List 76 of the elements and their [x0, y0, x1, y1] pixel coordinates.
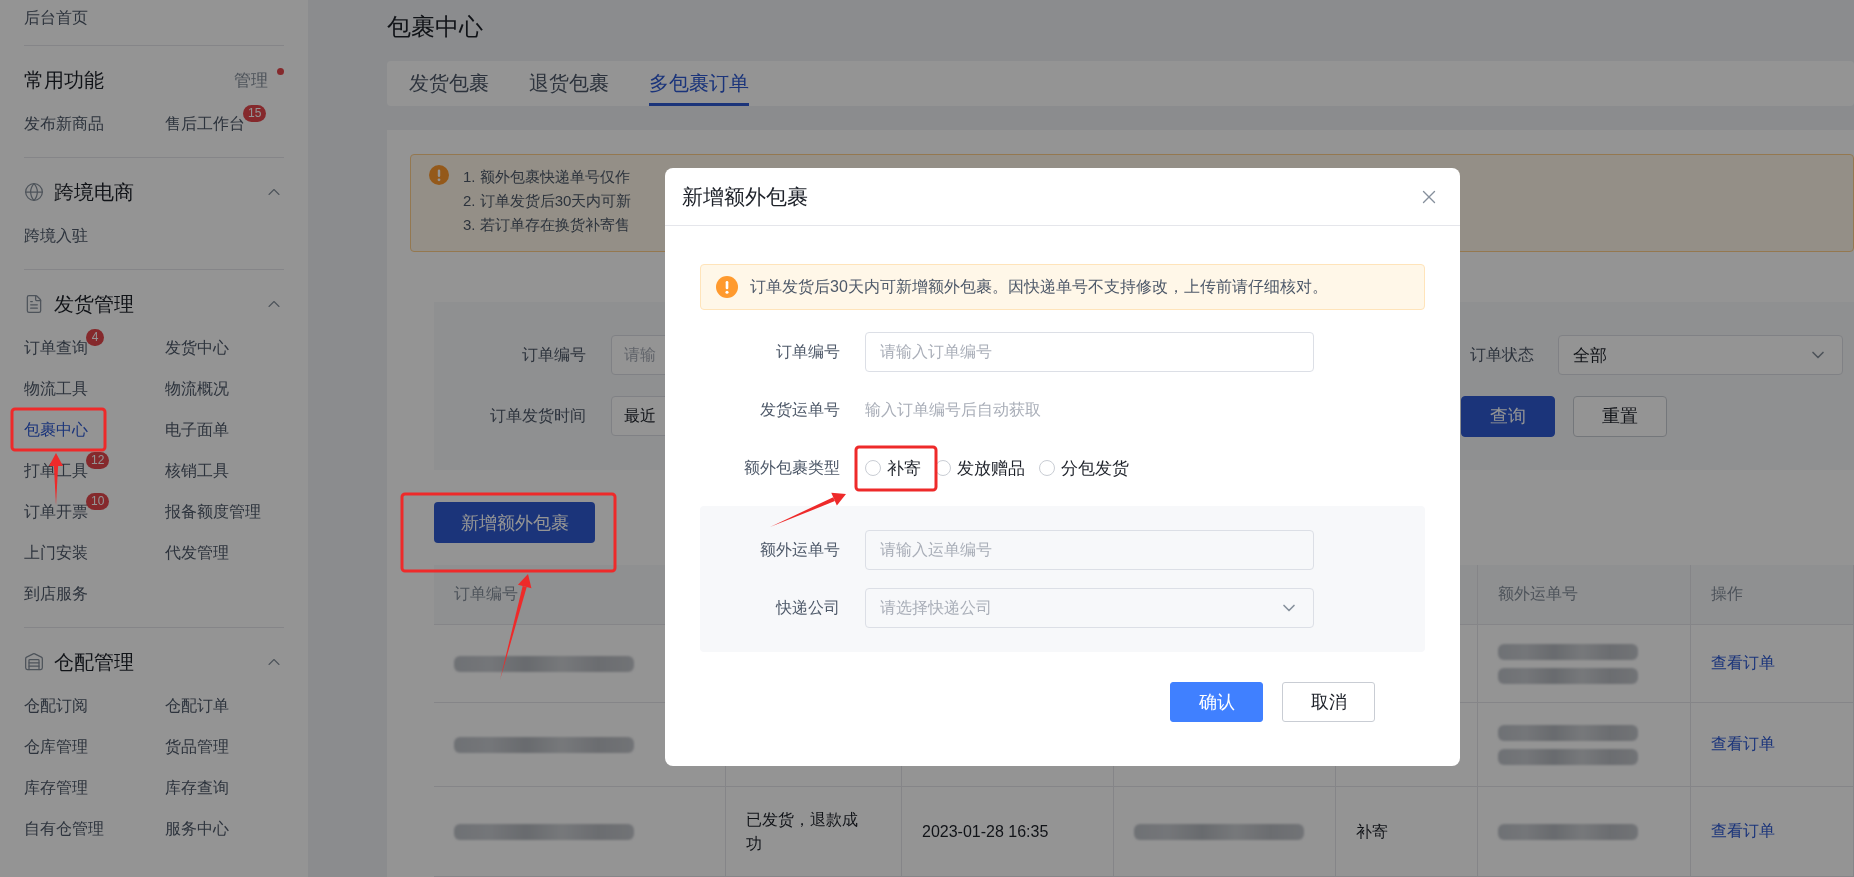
- field-label: 额外运单号: [759, 539, 840, 560]
- radio-option[interactable]: 分包发货: [1039, 456, 1129, 480]
- filter-label: 订单发货时间: [489, 405, 586, 426]
- sidebar-item[interactable]: 代发管理: [165, 543, 229, 564]
- section-title: 发货管理: [54, 291, 135, 317]
- tab[interactable]: 多包裹订单: [649, 61, 749, 106]
- hint-text: 输入订单编号后自动获取: [865, 399, 1041, 420]
- tab[interactable]: 退货包裹: [529, 61, 609, 106]
- sidebar-item[interactable]: 仓库管理: [24, 737, 88, 758]
- add-package-button[interactable]: 新增额外包裹: [434, 502, 595, 543]
- sidebar-item[interactable]: 仓配订阅: [24, 696, 88, 717]
- sidebar-item[interactable]: 发布新商品: [24, 114, 104, 135]
- warning-icon: [716, 276, 738, 298]
- input-field[interactable]: 请输入订单编号: [865, 332, 1314, 372]
- alert-text: 订单发货后30天内可新增额外包裹。因快递单号不支持修改，上传前请仔细核对。: [750, 276, 1328, 297]
- confirm-button[interactable]: 确认: [1170, 682, 1263, 722]
- field-label: 额外包裹类型: [743, 457, 840, 478]
- sidebar-item[interactable]: 物流概况: [165, 379, 229, 400]
- view-order-link[interactable]: 查看订单: [1711, 821, 1833, 842]
- status-select[interactable]: 全部: [1558, 335, 1843, 375]
- count-badge: 10: [86, 493, 110, 510]
- field-label: 快递公司: [774, 597, 840, 618]
- sidebar-item[interactable]: 服务中心: [165, 819, 229, 840]
- table-cell: 补寄: [1336, 787, 1478, 877]
- radio-circle[interactable]: [865, 460, 881, 476]
- manage-link[interactable]: 管理: [234, 68, 268, 92]
- cancel-button[interactable]: 取消: [1282, 682, 1375, 722]
- count-badge: 12: [86, 452, 110, 469]
- table-cell: 已发货，退款成功: [726, 787, 902, 877]
- sidebar-item[interactable]: 报备额度管理: [165, 502, 261, 523]
- tab[interactable]: 发货包裹: [409, 61, 489, 106]
- notice-text: 2. 订单发货后30天内可新: [463, 191, 632, 211]
- count-badge: 15: [243, 105, 267, 122]
- notice-text: 1. 额外包裹快递单号仅作: [463, 167, 631, 187]
- filter-label: 订单编号: [521, 344, 586, 365]
- dialog-title: 新增额外包裹: [682, 183, 808, 210]
- table-cell: 2023-01-28 16:35: [902, 787, 1114, 877]
- sidebar-item[interactable]: 包裹中心: [24, 420, 88, 441]
- sidebar-item[interactable]: 电子面单: [165, 420, 229, 441]
- sidebar-item[interactable]: 到店服务: [24, 584, 88, 605]
- sidebar-item[interactable]: 核销工具: [165, 461, 229, 482]
- count-badge: 4: [86, 329, 104, 346]
- warning-icon: [429, 165, 449, 185]
- query-button[interactable]: 查询: [1461, 395, 1555, 437]
- sidebar-item[interactable]: 上门安装: [24, 543, 88, 564]
- section-title: 常用功能: [24, 67, 105, 93]
- sidebar-item[interactable]: 后台首页: [24, 0, 284, 36]
- section-title: 仓配管理: [54, 649, 135, 675]
- section-icon: [24, 652, 44, 672]
- section-title: 跨境电商: [54, 179, 135, 205]
- column-header: 额外运单号: [1478, 565, 1691, 625]
- column-header: 操作: [1691, 565, 1854, 625]
- notice-text: 3. 若订单存在换货补寄售: [463, 215, 631, 235]
- sidebar-item[interactable]: 物流工具: [24, 379, 88, 400]
- sidebar-item[interactable]: 订单查询: [24, 338, 88, 359]
- field-label: 订单编号: [775, 341, 840, 362]
- section-icon: [24, 182, 44, 202]
- sidebar-item[interactable]: 库存查询: [165, 778, 229, 799]
- reset-button[interactable]: 重置: [1573, 395, 1667, 437]
- sidebar-item[interactable]: 订单开票: [24, 502, 88, 523]
- sidebar-item[interactable]: 货品管理: [165, 737, 229, 758]
- radio-option[interactable]: 补寄: [865, 456, 921, 480]
- sidebar-item[interactable]: 跨境入驻: [24, 226, 88, 247]
- sidebar-item[interactable]: 仓配订单: [165, 696, 229, 717]
- view-order-link[interactable]: 查看订单: [1711, 734, 1833, 755]
- sidebar-item[interactable]: 库存管理: [24, 778, 88, 799]
- page-title: 包裹中心: [387, 12, 484, 42]
- view-order-link[interactable]: 查看订单: [1711, 653, 1833, 674]
- section-icon: [24, 294, 44, 314]
- sidebar-item[interactable]: 自有仓管理: [24, 819, 104, 840]
- field-label: 发货运单号: [759, 399, 840, 420]
- sidebar-item[interactable]: 售后工作台: [165, 114, 245, 135]
- radio-circle[interactable]: [1039, 460, 1055, 476]
- sidebar-item[interactable]: 发货中心: [165, 338, 229, 359]
- radio-option[interactable]: 发放赠品: [935, 456, 1025, 480]
- filter-label: 订单状态: [1470, 344, 1534, 365]
